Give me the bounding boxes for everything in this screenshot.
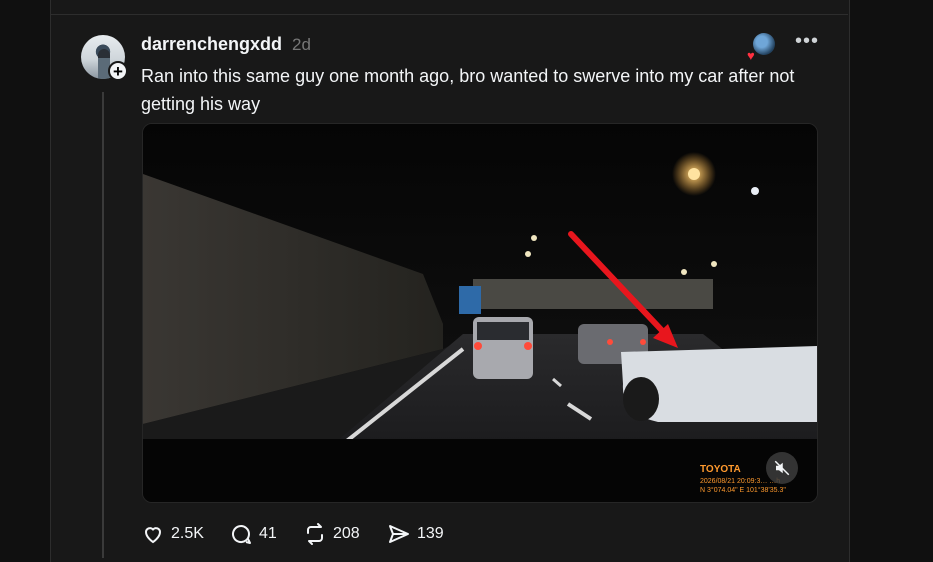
repost-icon xyxy=(307,523,323,545)
like-count: 2.5K xyxy=(171,525,204,542)
tail-light xyxy=(524,342,532,350)
street-light xyxy=(525,251,531,257)
comment-count: 41 xyxy=(259,525,277,542)
street-light xyxy=(681,269,687,275)
tail-light xyxy=(607,339,613,345)
share-button[interactable]: 139 xyxy=(387,522,444,546)
divider xyxy=(50,14,848,15)
like-button[interactable]: 2.5K xyxy=(141,522,204,546)
street-light xyxy=(531,235,537,241)
speaker-muted-icon xyxy=(774,460,790,476)
watermark-gps: N 3°074.04" E 101°38'35.3" xyxy=(700,486,786,494)
tail-light xyxy=(640,339,646,345)
comment-icon xyxy=(232,525,251,544)
repost-count: 208 xyxy=(333,525,360,542)
post-time[interactable]: 2d xyxy=(292,35,311,55)
overpass xyxy=(473,279,713,309)
send-icon xyxy=(389,525,409,543)
street-light xyxy=(751,187,759,195)
thread-line xyxy=(102,92,104,558)
watermark-brand: TOYOTA xyxy=(700,464,741,475)
reaction-avatar-icon[interactable] xyxy=(753,33,775,55)
street-light xyxy=(688,168,700,180)
comment-button[interactable]: 41 xyxy=(229,522,277,546)
car-window xyxy=(477,322,529,340)
road-sign xyxy=(459,286,481,314)
mute-toggle-button[interactable] xyxy=(766,452,798,484)
heart-badge-icon: ♥ xyxy=(747,48,755,63)
repost-button[interactable]: 208 xyxy=(303,522,360,546)
street-light xyxy=(711,261,717,267)
post-caption: Ran into this same guy one month ago, br… xyxy=(141,66,795,114)
follow-plus-icon[interactable]: + xyxy=(108,61,128,81)
share-count: 139 xyxy=(417,525,444,542)
tail-light xyxy=(474,342,482,350)
video-player[interactable]: TOYOTA 2026/08/21 20:09:3… …h N 3°074.04… xyxy=(142,123,818,503)
username[interactable]: darrenchengxdd xyxy=(141,34,282,55)
heart-icon xyxy=(144,527,162,544)
watermark-datetime: 2026/08/21 20:09:3… …h xyxy=(700,478,780,485)
dashcam-frame: TOYOTA 2026/08/21 20:09:3… …h N 3°074.04… xyxy=(143,124,817,502)
more-dots-icon[interactable]: ••• xyxy=(795,30,819,53)
wheel xyxy=(623,377,659,421)
